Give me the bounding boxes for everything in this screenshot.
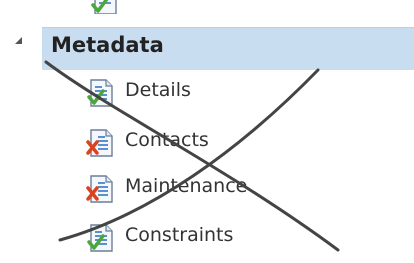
tree-item-maintenance-label: Maintenance — [125, 175, 248, 197]
document-check-icon — [87, 79, 113, 107]
metadata-tree-pane: Metadata Details Contacts Maintenance Co… — [0, 0, 414, 263]
document-check-icon — [91, 0, 117, 14]
tree-item-details-label: Details — [125, 79, 191, 101]
tree-item-constraints[interactable]: Constraints — [86, 223, 306, 255]
tree-item-partial[interactable] — [0, 0, 414, 14]
tree-item-contacts-label: Contacts — [125, 129, 209, 151]
tree-item-contacts[interactable]: Contacts — [86, 128, 306, 160]
tree-item-details[interactable]: Details — [86, 78, 306, 110]
document-error-icon — [86, 129, 113, 157]
tree-item-maintenance[interactable]: Maintenance — [86, 174, 306, 206]
tree-item-constraints-label: Constraints — [125, 224, 234, 246]
expand-collapse-arrow-icon[interactable] — [15, 37, 22, 44]
metadata-group-label: Metadata — [51, 33, 164, 57]
document-check-icon — [87, 224, 113, 252]
document-error-icon — [86, 175, 113, 203]
